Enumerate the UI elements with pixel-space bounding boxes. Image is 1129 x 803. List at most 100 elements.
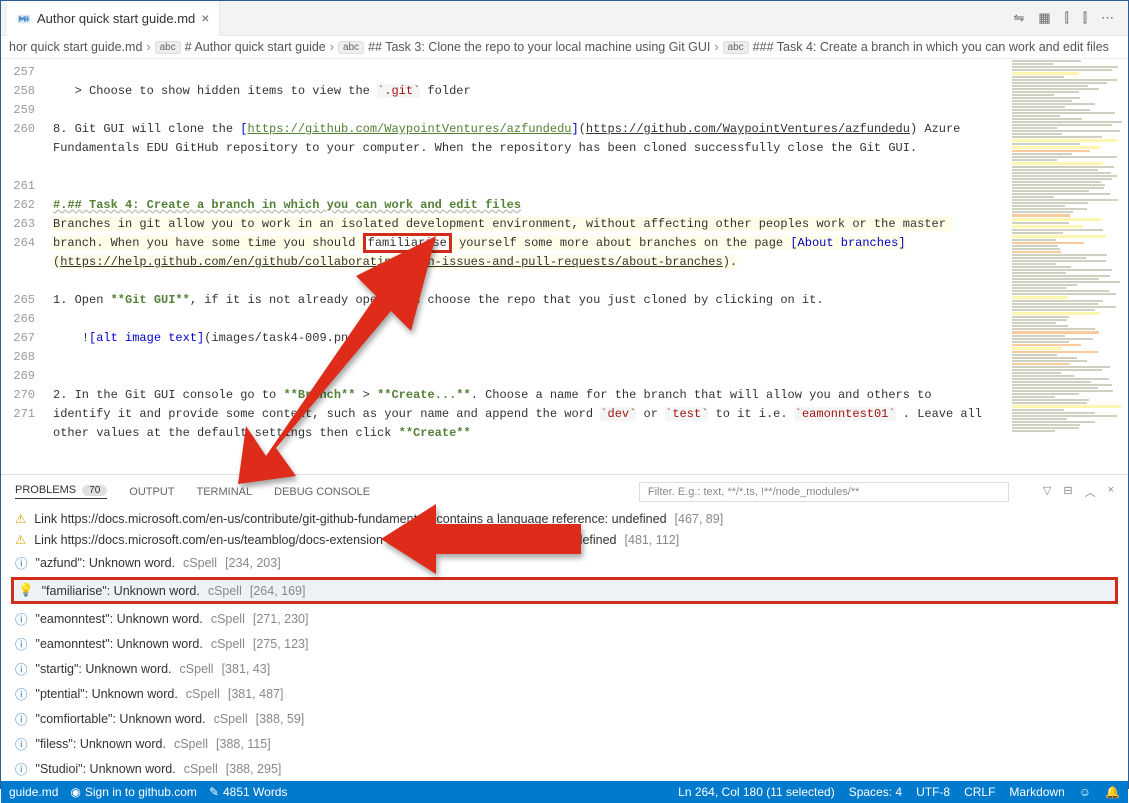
problem-position: [234, 203] xyxy=(225,556,281,570)
code-content[interactable]: > Choose to show hidden items to view th… xyxy=(53,59,1128,474)
warn-icon: ⚠ xyxy=(15,532,26,547)
more-icon[interactable]: ⋯ xyxy=(1101,10,1114,26)
tab-output[interactable]: Output xyxy=(129,486,174,498)
code-line[interactable] xyxy=(53,348,988,367)
code-line[interactable]: 2. In the Git GUI console go to **Branch… xyxy=(53,386,988,443)
problem-row[interactable]: ⓘ"eamonntest": Unknown word. cSpell [275… xyxy=(1,631,1128,656)
breadcrumb[interactable]: hor quick start guide.md › abc # Author … xyxy=(1,36,1128,59)
problem-source: cSpell xyxy=(208,584,242,598)
breadcrumb-h1[interactable]: # Author quick start guide xyxy=(185,40,326,54)
code-line[interactable]: 1. Open **Git GUI**, if it is not alread… xyxy=(53,291,988,310)
code-line[interactable] xyxy=(53,310,988,329)
chevron-up-icon[interactable]: ︿ xyxy=(1085,484,1096,500)
code-line[interactable] xyxy=(53,272,988,291)
editor-tab[interactable]: Author quick start guide.md × xyxy=(7,1,220,36)
close-panel-icon[interactable]: × xyxy=(1108,484,1114,500)
code-line[interactable] xyxy=(53,367,988,386)
status-bar: guide.md ◉ Sign in to github.com ✎ 4851 … xyxy=(1,781,1128,803)
split-icon[interactable]: ⫿ xyxy=(1065,10,1069,26)
editor-actions: ⇋ ▦ ⫿ ⫿ ⋯ xyxy=(1013,10,1128,26)
info-icon: ⓘ xyxy=(15,634,28,653)
code-line[interactable] xyxy=(53,158,988,177)
tab-bar: Author quick start guide.md × ⇋ ▦ ⫿ ⫿ ⋯ xyxy=(1,1,1128,36)
problem-message: "comfiortable": Unknown word. xyxy=(36,712,206,726)
problem-row[interactable]: ⓘ"ptential": Unknown word. cSpell [381, … xyxy=(1,681,1128,706)
status-spaces[interactable]: Spaces: 4 xyxy=(849,785,902,799)
problem-row[interactable]: ⚠Link https://docs.microsoft.com/en-us/c… xyxy=(1,508,1128,529)
problem-source: cSpell xyxy=(214,712,248,726)
info-icon: ⓘ xyxy=(15,759,28,778)
status-eol[interactable]: CRLF xyxy=(964,785,995,799)
problem-message: "familiarise": Unknown word. xyxy=(42,584,200,598)
chevron-right-icon: › xyxy=(714,40,718,54)
problems-list[interactable]: ⚠ Link https://docs.microsoft.com/en-us/c… xyxy=(1,508,1128,781)
code-line[interactable]: #.## Task 4: Create a branch in which yo… xyxy=(53,196,988,215)
problem-row[interactable]: 💡"familiarise": Unknown word. cSpell [26… xyxy=(11,577,1118,604)
problem-message: "filess": Unknown word. xyxy=(36,737,166,751)
bottom-panel: Problems 70 Output Terminal Debug Consol… xyxy=(1,474,1128,781)
problems-filter-input[interactable]: Filter. E.g.: text, **/*.ts, !**/node_mo… xyxy=(639,482,1009,502)
tab-label: Author quick start guide.md xyxy=(37,11,195,26)
problem-row[interactable]: ⓘ "Studioi": Unknown word. cSpell [388, 2… xyxy=(1,756,1128,781)
problem-message: "startig": Unknown word. xyxy=(36,662,172,676)
problem-source: cSpell xyxy=(184,762,218,776)
info-icon: ⓘ xyxy=(15,709,28,728)
problem-source: cSpell xyxy=(186,687,220,701)
status-signin[interactable]: ◉ Sign in to github.com xyxy=(70,785,197,799)
bell-icon[interactable]: 🔔 xyxy=(1105,785,1120,799)
feedback-icon[interactable]: ☺ xyxy=(1079,785,1091,799)
status-word-count[interactable]: ✎ 4851 Words xyxy=(209,785,288,799)
problem-position: [481, 112] xyxy=(625,533,680,547)
status-encoding[interactable]: UTF-8 xyxy=(916,785,950,799)
info-icon: ⓘ xyxy=(15,659,28,678)
problem-position: [388, 59] xyxy=(256,712,305,726)
problem-row[interactable]: ⓘ"eamonntest": Unknown word. cSpell [271… xyxy=(1,606,1128,631)
editor[interactable]: 2572582592602612622632642652662672682692… xyxy=(1,59,1128,474)
preview-icon[interactable]: ▦ xyxy=(1038,10,1050,26)
problem-row[interactable]: ⓘ "filess": Unknown word. cSpell [388, 11… xyxy=(1,731,1128,756)
problem-message: "Studioi": Unknown word. xyxy=(36,762,176,776)
breadcrumb-h3[interactable]: ### Task 4: Create a branch in which you… xyxy=(753,40,1109,54)
problem-source: cSpell xyxy=(174,737,208,751)
problem-position: [271, 230] xyxy=(253,612,309,626)
problem-message: Link https://docs.microsoft.com/en-us/co… xyxy=(34,512,666,526)
code-line[interactable]: Branches in git allow you to work in an … xyxy=(53,215,988,272)
tab-terminal[interactable]: Terminal xyxy=(197,486,253,498)
status-cursor[interactable]: Ln 264, Col 180 (11 selected) xyxy=(678,785,835,799)
minimap[interactable] xyxy=(1008,59,1128,474)
code-line[interactable]: > Choose to show hidden items to view th… xyxy=(53,82,988,101)
problem-position: [388, 115] xyxy=(216,737,271,751)
status-file[interactable]: guide.md xyxy=(9,785,58,799)
code-line[interactable]: ![alt image text](images/task4-009.png) xyxy=(53,329,988,348)
pencil-icon: ✎ xyxy=(209,785,219,799)
tab-debug-console[interactable]: Debug Console xyxy=(274,486,370,498)
collapse-icon[interactable]: ⊟ xyxy=(1063,484,1072,500)
breadcrumb-h2[interactable]: ## Task 3: Clone the repo to your local … xyxy=(368,40,710,54)
info-icon: ⓘ xyxy=(15,553,28,572)
problem-position: [275, 123] xyxy=(253,637,309,651)
filter-icon[interactable]: ▽ xyxy=(1043,484,1051,500)
problem-row[interactable]: ⓘ"azfund": Unknown word. cSpell [234, 20… xyxy=(1,550,1128,575)
breadcrumb-file[interactable]: hor quick start guide.md xyxy=(9,40,142,54)
problem-position: [388, 295] xyxy=(226,762,282,776)
problem-row[interactable]: ⓘ "comfiortable": Unknown word. cSpell [3… xyxy=(1,706,1128,731)
info-icon: ⓘ xyxy=(15,609,28,628)
code-line[interactable] xyxy=(53,101,988,120)
code-line[interactable]: 8. Git GUI will clone the [https://githu… xyxy=(53,120,988,158)
md-badge-icon: abc xyxy=(155,41,181,54)
problem-message: "ptential": Unknown word. xyxy=(36,687,178,701)
problem-row[interactable]: ⓘ"startig": Unknown word. cSpell [381, 4… xyxy=(1,656,1128,681)
chevron-right-icon: › xyxy=(146,40,150,54)
status-language[interactable]: Markdown xyxy=(1009,785,1064,799)
close-icon[interactable]: × xyxy=(201,10,209,26)
code-line[interactable] xyxy=(53,177,988,196)
tab-problems[interactable]: Problems 70 xyxy=(15,484,107,499)
problem-source: cSpell xyxy=(183,556,217,570)
info-icon: ⓘ xyxy=(15,734,28,753)
compare-icon[interactable]: ⇋ xyxy=(1013,10,1024,26)
problem-message: "eamonntest": Unknown word. xyxy=(36,637,203,651)
code-line[interactable] xyxy=(53,63,988,82)
problem-position: [381, 43] xyxy=(222,662,271,676)
problem-row[interactable]: ⚠Link https://docs.microsoft.com/en-us/t… xyxy=(1,529,1128,550)
split-icon-2[interactable]: ⫿ xyxy=(1083,10,1087,26)
